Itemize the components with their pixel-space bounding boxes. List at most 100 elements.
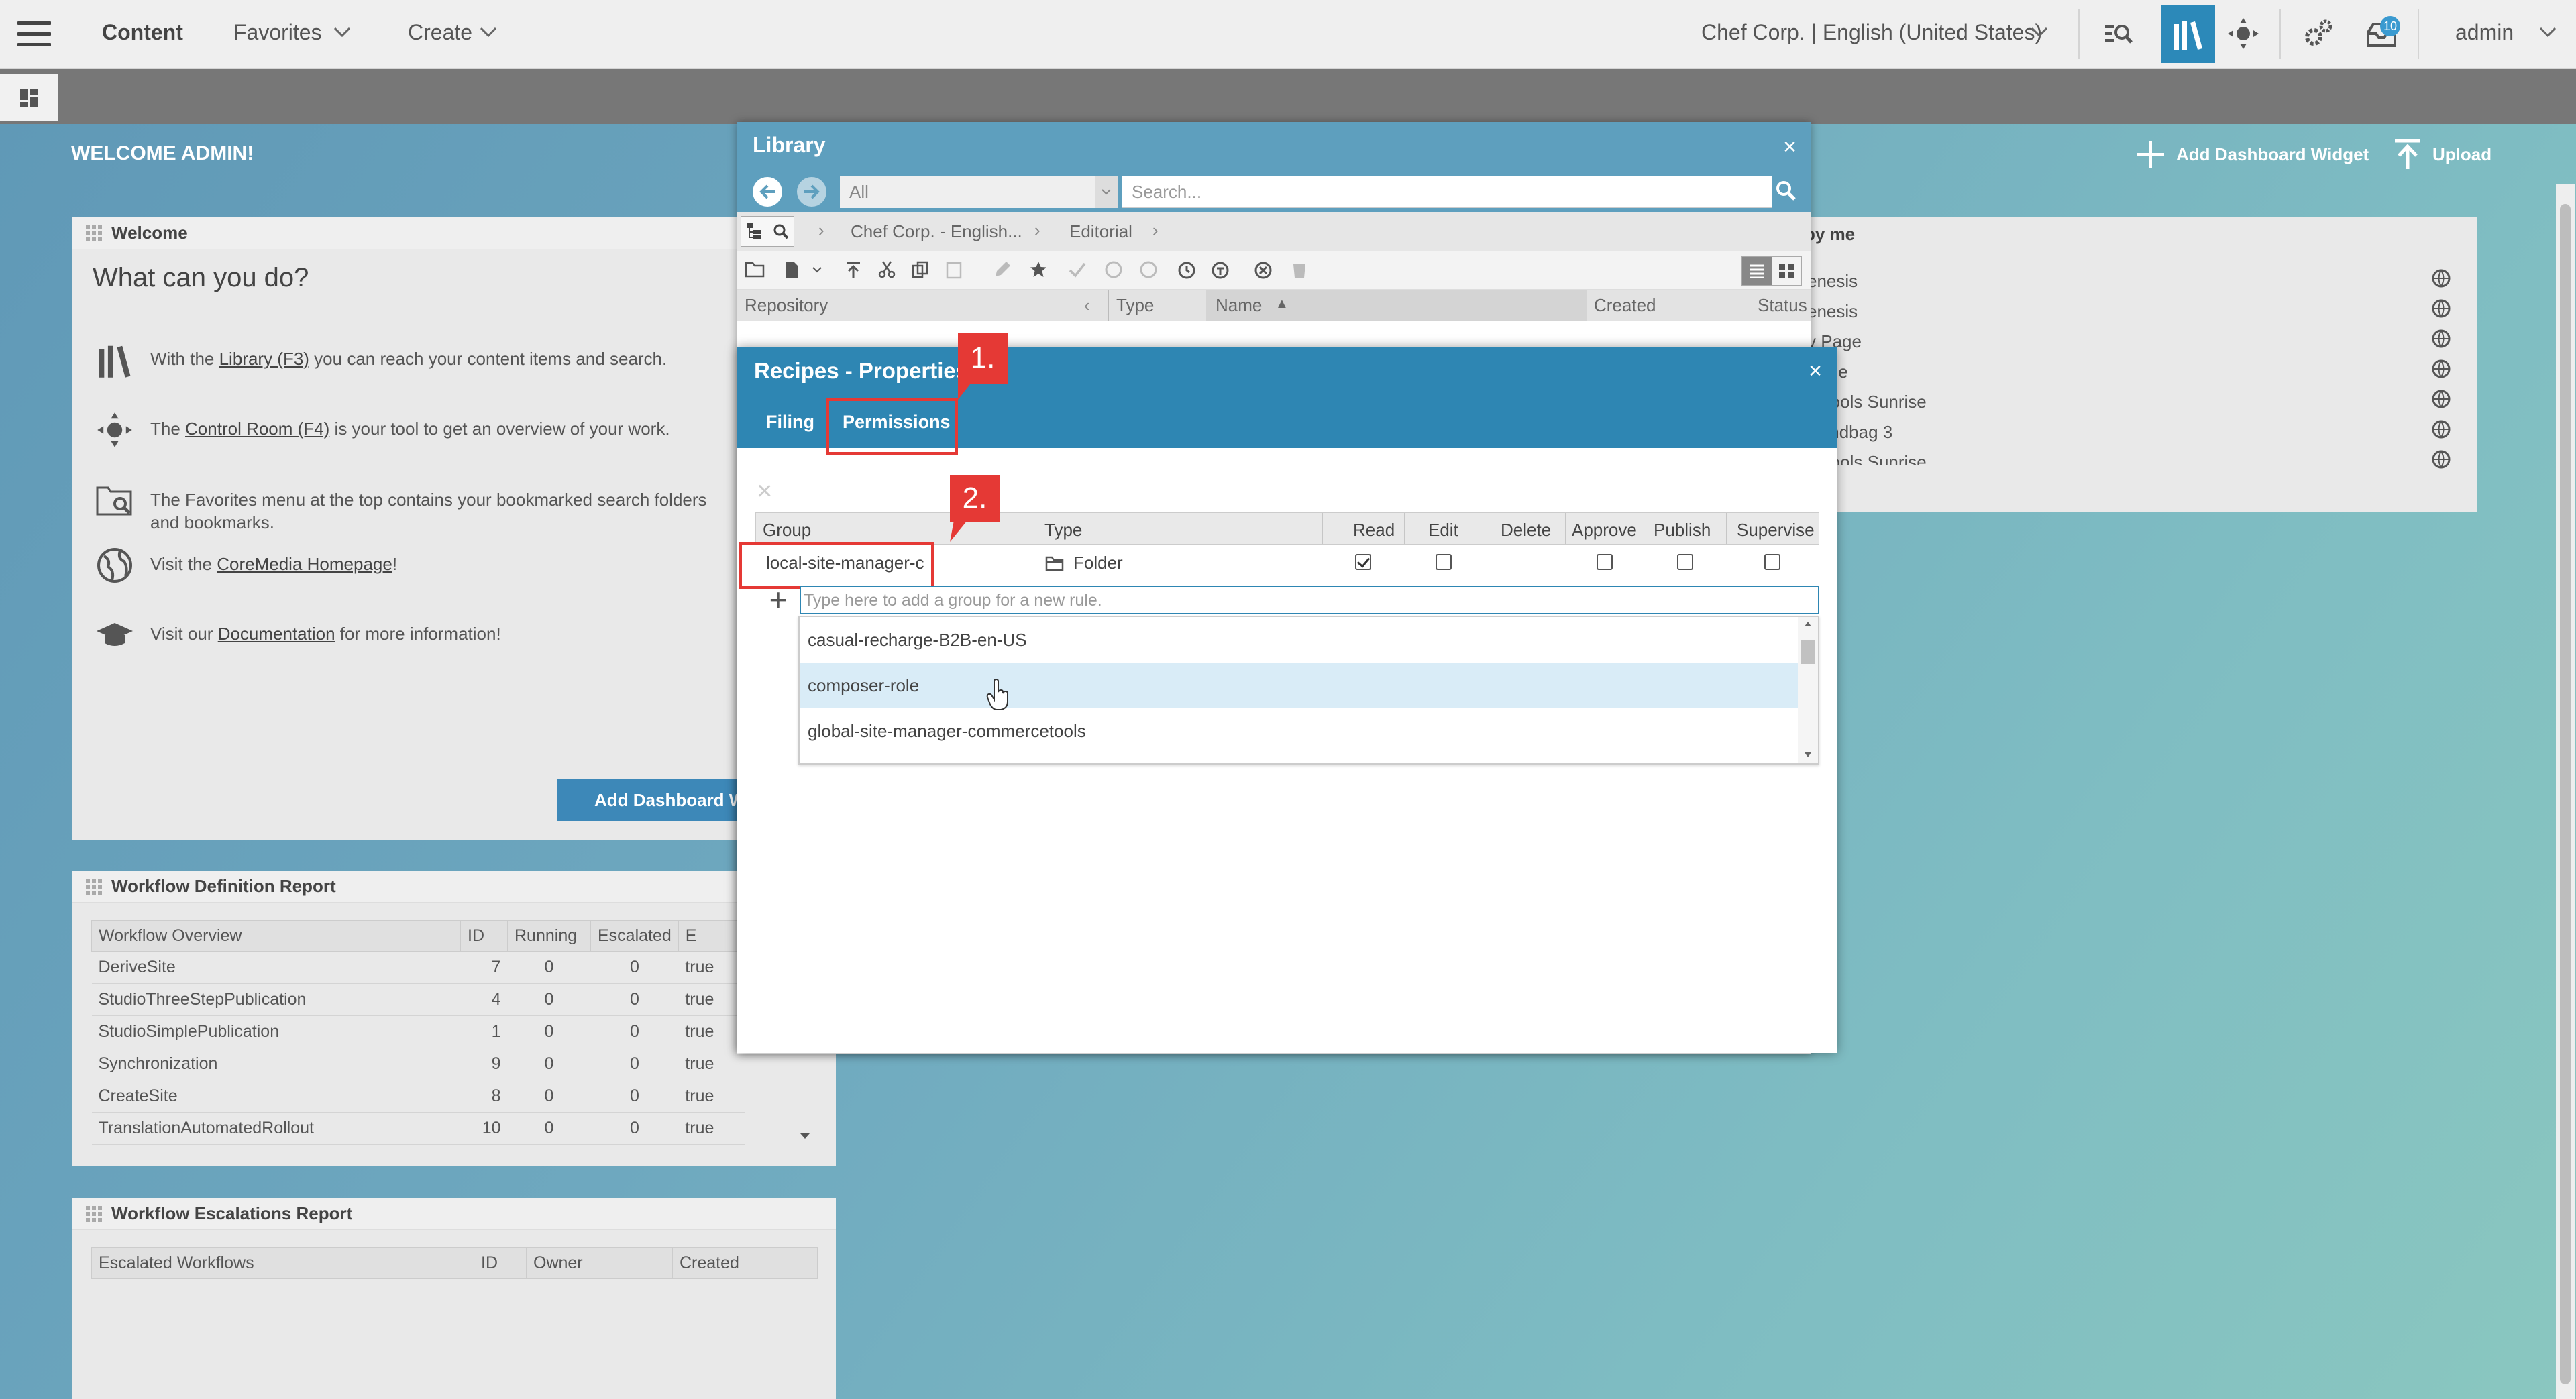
column-header[interactable]: Publish (1654, 520, 1711, 541)
remove-rule-icon[interactable]: × (757, 476, 772, 506)
tree-view-icon[interactable] (745, 222, 764, 241)
homepage-link[interactable]: CoreMedia Homepage (217, 554, 392, 574)
upload-button[interactable]: Upload (2392, 138, 2491, 170)
search-content-icon[interactable] (2100, 15, 2137, 52)
copy-icon[interactable] (911, 260, 930, 279)
chevron-down-icon[interactable] (2030, 25, 2049, 39)
menu-icon[interactable] (17, 21, 51, 48)
paste-icon[interactable] (945, 260, 963, 279)
back-icon[interactable] (753, 177, 782, 207)
control-room-link[interactable]: Control Room (F4) (185, 418, 329, 439)
search-scope-select[interactable]: All (840, 176, 1118, 208)
dashboard-tab[interactable] (0, 74, 58, 121)
drag-handle-icon[interactable] (86, 1205, 102, 1222)
library-link[interactable]: Library (F3) (219, 349, 309, 369)
close-icon[interactable]: × (1809, 358, 1822, 384)
sort-ascending-icon[interactable]: ▲ (1275, 296, 1289, 312)
column-header[interactable]: Created (672, 1247, 818, 1279)
app-title[interactable]: Content (102, 20, 183, 45)
column-header[interactable]: Group (763, 520, 811, 541)
supervise-checkbox[interactable] (1764, 554, 1780, 570)
trash-icon[interactable] (1291, 260, 1308, 279)
view-mode-toggle[interactable] (741, 216, 794, 247)
collapse-icon[interactable]: ‹ (1084, 295, 1090, 316)
column-header[interactable]: Escalated (590, 920, 679, 952)
library-button[interactable] (2161, 5, 2215, 63)
chevron-down-icon[interactable] (812, 266, 822, 274)
dialog-title[interactable]: Recipes - Properties (754, 358, 968, 384)
withdraw-icon[interactable] (1139, 260, 1158, 279)
column-header[interactable]: Running (507, 920, 591, 952)
column-header[interactable]: Delete (1501, 520, 1551, 541)
widget-header[interactable]: Workflow Definition Report (72, 871, 836, 903)
site-selector[interactable]: Chef Corp. | English (United States) (1701, 20, 2042, 45)
read-checkbox[interactable] (1355, 554, 1371, 570)
column-header[interactable]: ID (474, 1247, 527, 1279)
table-row[interactable]: TranslationAutomatedRollout 10 0 0 true (91, 1112, 746, 1145)
column-header[interactable]: Edit (1428, 520, 1458, 541)
column-header[interactable]: ID (460, 920, 508, 952)
scrollbar-thumb[interactable] (1801, 640, 1815, 664)
sync-icon[interactable] (1177, 260, 1197, 280)
table-row[interactable]: StudioSimplePublication 1 0 0 true (91, 1015, 746, 1048)
close-icon[interactable]: × (1783, 134, 1796, 160)
favorites-menu[interactable]: Favorites (233, 20, 322, 45)
breadcrumb-item[interactable]: Editorial (1069, 221, 1132, 242)
search-icon[interactable] (1775, 180, 1796, 201)
table-row[interactable]: StudioThreeStepPublication 4 0 0 true (91, 983, 746, 1016)
column-header[interactable]: Type (1116, 295, 1154, 316)
edit-checkbox[interactable] (1436, 554, 1452, 570)
list-item[interactable]: enesis (1807, 271, 1858, 292)
drag-handle-icon[interactable] (86, 225, 102, 241)
column-header[interactable]: Supervise (1737, 520, 1815, 541)
move-up-icon[interactable] (844, 260, 863, 279)
library-search-input[interactable]: Search... (1122, 176, 1772, 208)
column-header[interactable]: Name (1216, 295, 1262, 316)
tab-filing[interactable]: Filing (766, 412, 814, 433)
user-menu[interactable]: admin (2455, 20, 2514, 45)
column-header[interactable]: Approve (1572, 520, 1637, 541)
column-header[interactable]: Escalated Workflows (91, 1247, 474, 1279)
new-content-icon[interactable] (782, 260, 801, 279)
create-menu[interactable]: Create (408, 20, 472, 45)
publish-icon[interactable] (1104, 260, 1123, 279)
chevron-down-icon[interactable] (1095, 176, 1118, 208)
add-dashboard-widget-button[interactable]: Add Dashboard Widget (2135, 138, 2369, 170)
table-row[interactable]: DeriveSite 7 0 0 true (91, 951, 746, 984)
translate-icon[interactable] (1210, 260, 1230, 280)
column-header[interactable]: Type (1044, 520, 1082, 541)
chevron-down-icon[interactable] (333, 25, 352, 39)
repository-header[interactable]: Repository (745, 295, 828, 316)
list-item-highlighted[interactable]: composer-role (800, 663, 1798, 708)
drag-handle-icon[interactable] (86, 878, 102, 895)
approve-icon[interactable] (1068, 260, 1087, 279)
column-header[interactable]: Created (1594, 295, 1656, 316)
list-grid-toggle[interactable] (1741, 256, 1802, 286)
chevron-down-icon[interactable] (479, 25, 498, 39)
column-header[interactable]: Workflow Overview (91, 920, 461, 952)
widget-header[interactable]: Workflow Escalations Report (72, 1198, 836, 1230)
new-rule-input[interactable]: Type here to add a group for a new rule. (800, 586, 1819, 614)
dropdown-scrollbar[interactable] (1798, 617, 1818, 763)
scroll-down-icon[interactable] (798, 1131, 812, 1141)
list-item[interactable]: global-site-manager-commercetools (800, 708, 1798, 754)
library-title[interactable]: Library (737, 122, 1811, 168)
settings-icon[interactable] (2300, 15, 2337, 52)
widget-header[interactable]: Welcome (72, 217, 743, 249)
page-scrollbar[interactable] (2556, 184, 2575, 1399)
approve-checkbox[interactable] (1597, 554, 1613, 570)
new-folder-icon[interactable] (745, 260, 766, 279)
list-view-icon[interactable] (1742, 257, 1772, 285)
delete-globe-icon[interactable] (1253, 260, 1273, 280)
grid-view-icon[interactable] (1772, 257, 1801, 285)
search-icon[interactable] (772, 223, 790, 240)
column-header[interactable]: Owner (526, 1247, 673, 1279)
control-room-icon[interactable] (2224, 15, 2262, 52)
cut-icon[interactable] (877, 260, 896, 279)
list-item[interactable]: casual-recharge-B2B-en-US (800, 617, 1798, 663)
star-icon[interactable] (1029, 260, 1048, 279)
list-item[interactable]: enesis (1807, 301, 1858, 322)
publish-checkbox[interactable] (1677, 554, 1693, 570)
chevron-down-icon[interactable] (2538, 25, 2557, 39)
breadcrumb-item[interactable]: Chef Corp. - English... (851, 221, 1022, 242)
